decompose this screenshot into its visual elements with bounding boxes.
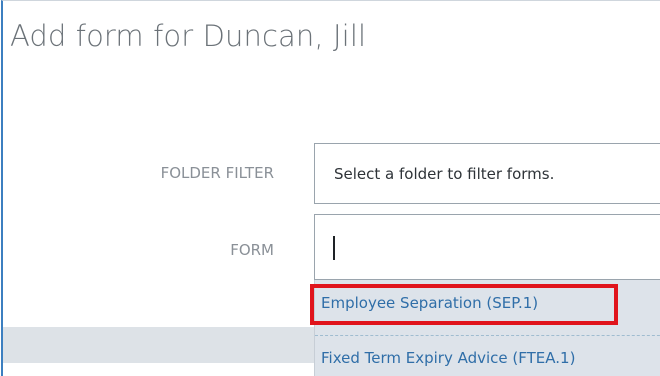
dropdown-option-fixed-term-expiry[interactable]: Fixed Term Expiry Advice (FTEA.1) <box>315 335 660 376</box>
add-form-dialog: Add form for Duncan, Jill FOLDER FILTER … <box>1 0 660 376</box>
form-dropdown-list: Employee Separation (SEP.1) Fixed Term E… <box>314 280 660 376</box>
page-title: Add form for Duncan, Jill <box>10 19 367 53</box>
text-caret <box>333 236 335 260</box>
form-search-input[interactable] <box>314 214 660 280</box>
dropdown-option-employee-separation[interactable]: Employee Separation (SEP.1) <box>315 280 660 326</box>
folder-filter-select[interactable]: Select a folder to filter forms. <box>314 143 660 204</box>
dropdown-option-label: Fixed Term Expiry Advice (FTEA.1) <box>321 349 576 367</box>
form-label: FORM <box>230 241 274 259</box>
dropdown-option-label: Employee Separation (SEP.1) <box>321 294 539 312</box>
folder-filter-placeholder: Select a folder to filter forms. <box>334 165 555 183</box>
background-strip <box>3 327 317 363</box>
folder-filter-label: FOLDER FILTER <box>160 164 274 182</box>
